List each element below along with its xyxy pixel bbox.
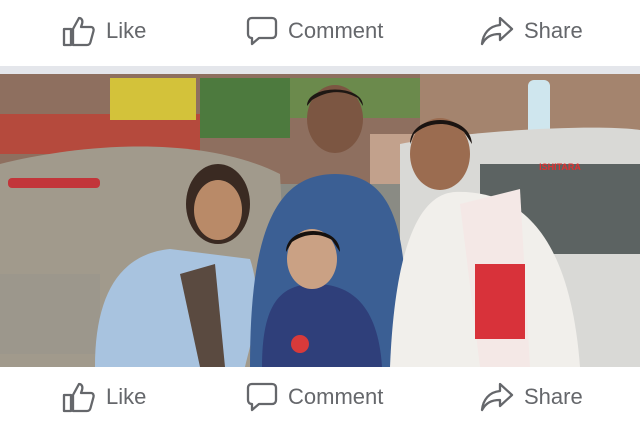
share-label: Share [524,383,583,409]
thumbs-up-icon [62,381,96,413]
post-photo[interactable]: ISHITARA [0,74,640,367]
share-icon [480,15,514,47]
comment-label: Comment [288,383,384,409]
woman-face [194,180,242,240]
post-action-bar-top: Like Comment Share [0,0,640,62]
like-button[interactable]: Like [62,0,146,62]
like-label: Like [106,383,147,409]
like-button-bottom[interactable]: Like [62,367,146,426]
thumbs-up-icon [62,15,96,47]
share-icon [480,381,514,413]
post-action-bar-bottom: Like Comment Share [0,367,640,426]
car-rear [0,274,100,354]
share-button[interactable]: Share [480,0,583,62]
like-label: Like [106,18,147,43]
comment-button[interactable]: Comment [246,0,383,62]
divider [0,66,640,74]
green-foliage [200,78,290,138]
comment-icon [246,15,278,47]
plate-text: ISHITARA [539,162,581,172]
sweater-pattern [291,335,309,353]
share-label: Share [524,18,583,43]
comment-icon [246,381,278,413]
comment-label: Comment [288,18,384,43]
gamosa-red-motif [475,264,525,339]
tail-light [8,178,100,188]
share-button-bottom[interactable]: Share [480,367,583,426]
comment-button-bottom[interactable]: Comment [246,367,383,426]
yellow-banner [110,78,196,120]
